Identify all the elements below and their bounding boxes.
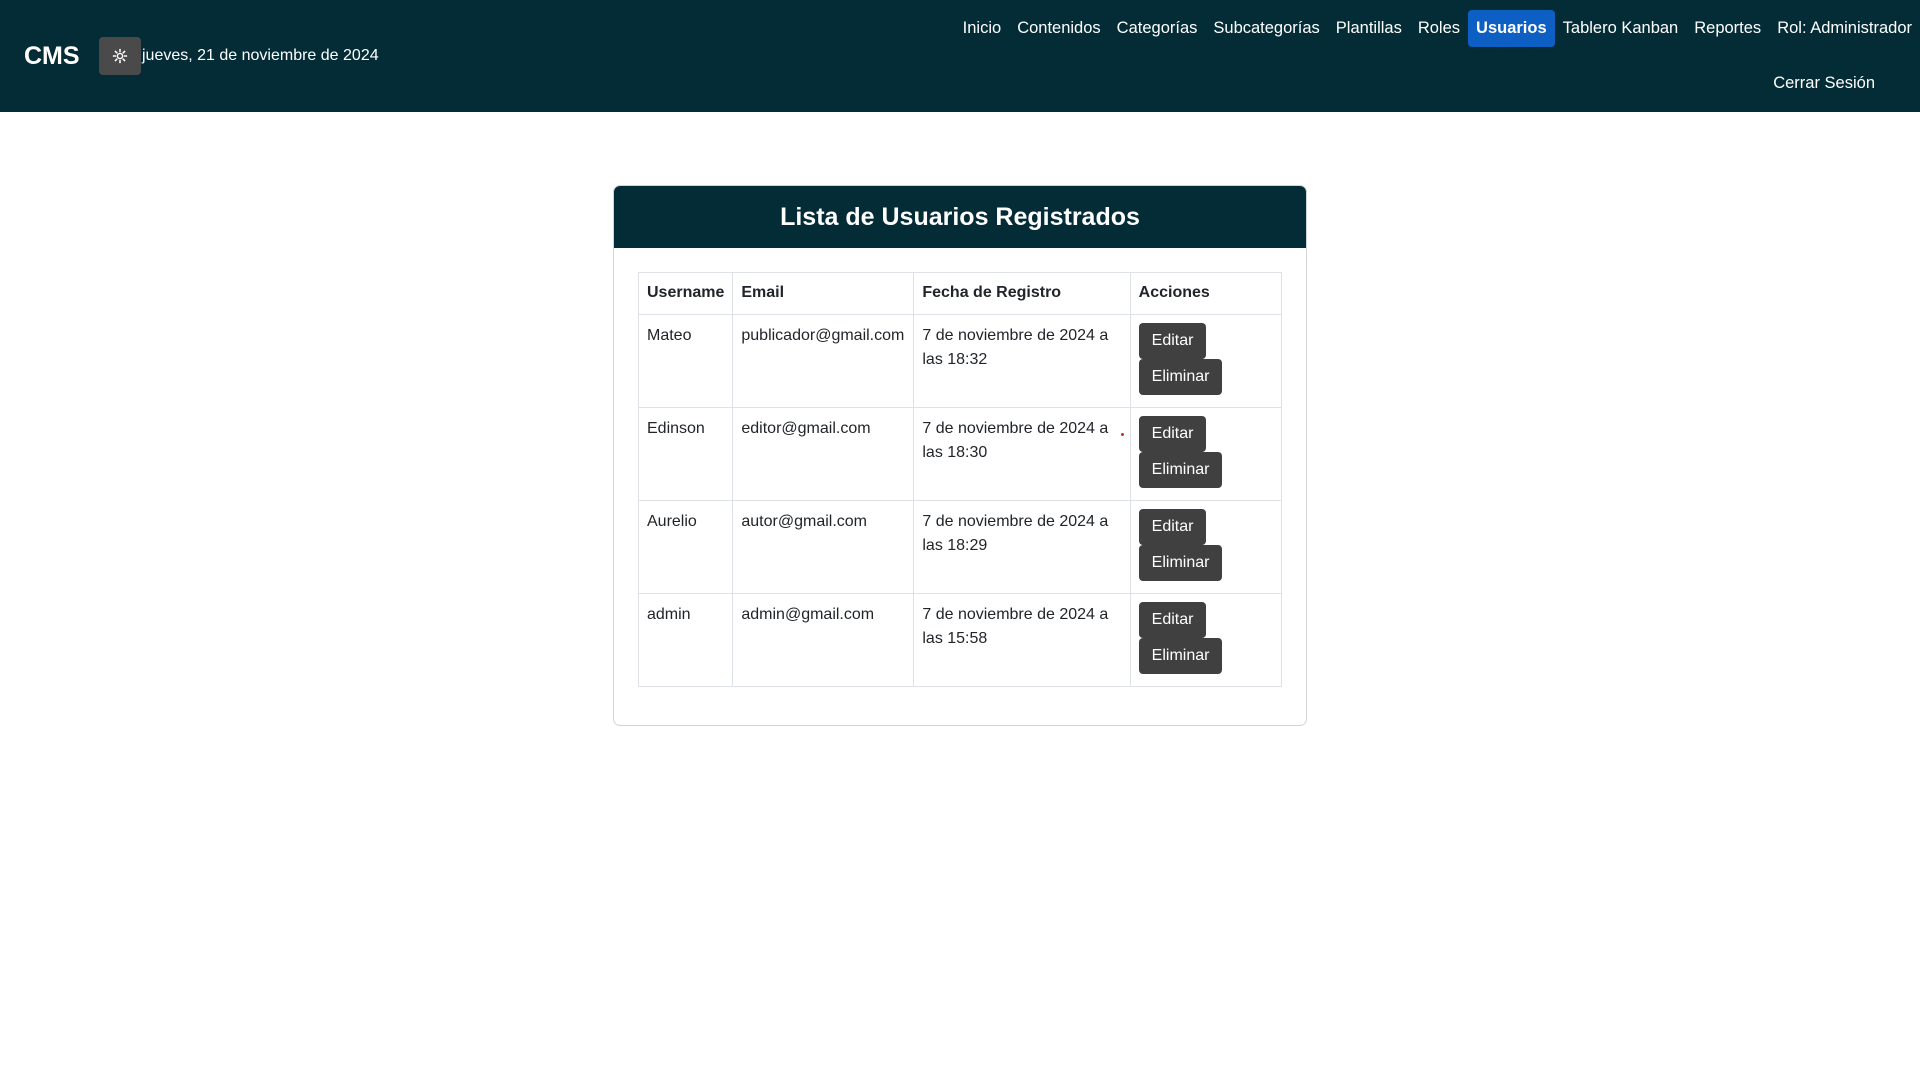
users-card: Lista de Usuarios Registrados Username E… bbox=[613, 185, 1307, 726]
cell-date: 7 de noviembre de 2024 a las 18:30 bbox=[913, 407, 1131, 501]
edit-button[interactable]: Editar bbox=[1138, 602, 1207, 638]
nav-item-roles[interactable]: Roles bbox=[1410, 10, 1468, 47]
cell-actions: Editar Eliminar bbox=[1129, 314, 1283, 408]
table-row: Edinson editor@gmail.com 7 de noviembre … bbox=[637, 407, 1283, 501]
nav-item-contenidos[interactable]: Contenidos bbox=[1009, 10, 1108, 47]
delete-button[interactable]: Eliminar bbox=[1138, 545, 1223, 581]
users-table: Username Email Fecha de Registro Accione… bbox=[637, 272, 1283, 687]
table-row: admin admin@gmail.com 7 de noviembre de … bbox=[637, 593, 1283, 687]
cell-email: autor@gmail.com bbox=[732, 500, 915, 594]
cursor-marker bbox=[1121, 433, 1124, 436]
current-date: jueves, 21 de noviembre de 2024 bbox=[142, 47, 379, 64]
table-row: Mateo publicador@gmail.com 7 de noviembr… bbox=[637, 314, 1283, 408]
nav-links: Inicio Contenidos Categorías Subcategorí… bbox=[955, 8, 1920, 48]
gear-icon bbox=[112, 48, 128, 64]
delete-button[interactable]: Eliminar bbox=[1138, 638, 1223, 674]
cell-username: Aurelio bbox=[637, 500, 734, 594]
nav-item-inicio[interactable]: Inicio bbox=[955, 10, 1010, 47]
nav-item-tablero-kanban[interactable]: Tablero Kanban bbox=[1555, 10, 1687, 47]
cell-username: admin bbox=[637, 593, 734, 687]
top-navbar: CMS jueves, 21 de noviembre de 2024 Inic… bbox=[0, 0, 1920, 112]
column-header-actions: Acciones bbox=[1129, 272, 1283, 315]
nav-item-usuarios[interactable]: Usuarios bbox=[1468, 9, 1555, 47]
nav-item-plantillas[interactable]: Plantillas bbox=[1328, 10, 1410, 47]
cell-username: Mateo bbox=[637, 314, 734, 408]
cell-username: Edinson bbox=[637, 407, 734, 501]
nav-item-subcategorias[interactable]: Subcategorías bbox=[1205, 10, 1327, 47]
cell-email: publicador@gmail.com bbox=[732, 314, 915, 408]
table-header-row: Username Email Fecha de Registro Accione… bbox=[637, 272, 1283, 315]
card-title: Lista de Usuarios Registrados bbox=[614, 186, 1306, 248]
cell-date: 7 de noviembre de 2024 a las 18:32 bbox=[913, 314, 1131, 408]
column-header-username: Username bbox=[637, 272, 734, 315]
edit-button[interactable]: Editar bbox=[1138, 416, 1207, 452]
edit-button[interactable]: Editar bbox=[1138, 509, 1207, 545]
table-row: Aurelio autor@gmail.com 7 de noviembre d… bbox=[637, 500, 1283, 594]
theme-toggle-button[interactable] bbox=[99, 37, 141, 75]
logout-link[interactable]: Cerrar Sesión bbox=[1773, 74, 1875, 93]
cell-email: admin@gmail.com bbox=[732, 593, 915, 687]
nav-item-reportes[interactable]: Reportes bbox=[1686, 10, 1769, 47]
cell-actions: Editar Eliminar bbox=[1129, 407, 1283, 501]
edit-button[interactable]: Editar bbox=[1138, 323, 1207, 359]
cell-email: editor@gmail.com bbox=[732, 407, 915, 501]
nav-item-categorias[interactable]: Categorías bbox=[1109, 10, 1206, 47]
column-header-date: Fecha de Registro bbox=[913, 272, 1131, 315]
cell-date: 7 de noviembre de 2024 a las 15:58 bbox=[913, 593, 1131, 687]
cell-actions: Editar Eliminar bbox=[1129, 593, 1283, 687]
cell-actions: Editar Eliminar bbox=[1129, 500, 1283, 594]
brand-logo[interactable]: CMS bbox=[24, 42, 80, 71]
role-label: Rol: Administrador bbox=[1777, 18, 1912, 37]
delete-button[interactable]: Eliminar bbox=[1138, 359, 1223, 395]
column-header-email: Email bbox=[732, 272, 915, 315]
cell-date: 7 de noviembre de 2024 a las 18:29 bbox=[913, 500, 1131, 594]
delete-button[interactable]: Eliminar bbox=[1138, 452, 1223, 488]
